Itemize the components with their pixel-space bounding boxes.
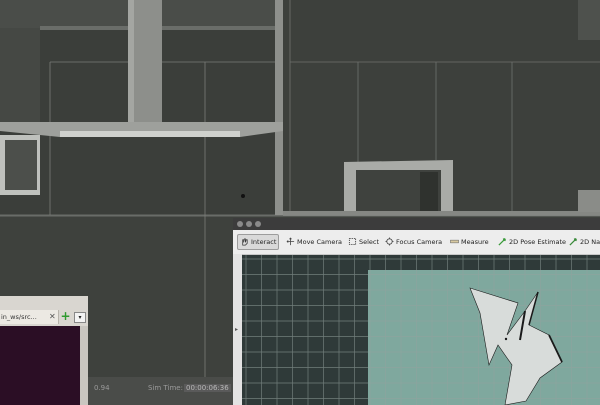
rviz-toolbar: Interact Move Camera Select Focus Camera…	[233, 230, 600, 255]
tool-label: 2D Pose Estimate	[509, 238, 567, 246]
terminal-tab-label: in_ws/src...	[1, 313, 37, 321]
rviz-map-view[interactable]	[242, 255, 600, 405]
pose-estimate-icon	[498, 238, 506, 246]
robot-marker	[504, 337, 508, 341]
menu-icon[interactable]: ▾	[74, 312, 86, 323]
tool-measure[interactable]: Measure	[450, 235, 489, 249]
cursor-hand-icon	[242, 238, 248, 246]
tool-interact[interactable]: Interact	[237, 234, 280, 250]
tool-2d-nav-goal[interactable]: 2D Nav	[569, 235, 600, 249]
tool-label: Move Camera	[297, 238, 343, 246]
rviz-titlebar[interactable]	[233, 218, 600, 230]
terminal-tab-bar: in_ws/src... ✕ + ▾	[0, 296, 88, 326]
minimize-window-icon[interactable]	[246, 221, 252, 227]
close-icon[interactable]: ✕	[49, 312, 56, 321]
tool-2d-pose-estimate[interactable]: 2D Pose Estimate	[498, 235, 566, 249]
tool-focus-camera[interactable]: Focus Camera	[385, 235, 442, 249]
move-camera-icon	[286, 237, 295, 246]
tool-select[interactable]: Select	[348, 235, 379, 249]
wall-left-block	[0, 28, 40, 122]
close-window-icon[interactable]	[237, 221, 243, 227]
sim-time-label: Sim Time:	[148, 384, 183, 392]
collapse-arrow-icon[interactable]: ▸	[235, 326, 238, 333]
measure-icon	[450, 239, 459, 244]
rviz-window[interactable]: Interact Move Camera Select Focus Camera…	[233, 218, 600, 405]
terminal-body[interactable]	[0, 326, 80, 405]
tool-label: Focus Camera	[396, 238, 443, 246]
select-icon	[348, 237, 357, 246]
focus-camera-icon	[385, 237, 394, 246]
real-time-factor: 0.94	[94, 384, 110, 392]
sim-time-value: 00:00:06:36	[184, 384, 231, 392]
new-tab-icon[interactable]: +	[60, 310, 71, 322]
tool-label: 2D Nav	[580, 238, 600, 246]
robot-marker	[241, 194, 245, 198]
tool-label: Measure	[461, 238, 489, 246]
terminal-tab[interactable]: in_ws/src... ✕	[0, 310, 59, 324]
nav-goal-icon	[569, 238, 577, 246]
tool-label: Select	[359, 238, 380, 246]
terminal-scrollbar[interactable]	[80, 326, 88, 405]
tool-label: Interact	[251, 238, 277, 246]
tool-move-camera[interactable]: Move Camera	[286, 235, 342, 249]
terminal-window[interactable]: in_ws/src... ✕ + ▾	[0, 296, 88, 405]
maximize-window-icon[interactable]	[255, 221, 261, 227]
gazebo-status-bar: 0.94 Sim Time: 00:00:06:36	[88, 378, 238, 398]
